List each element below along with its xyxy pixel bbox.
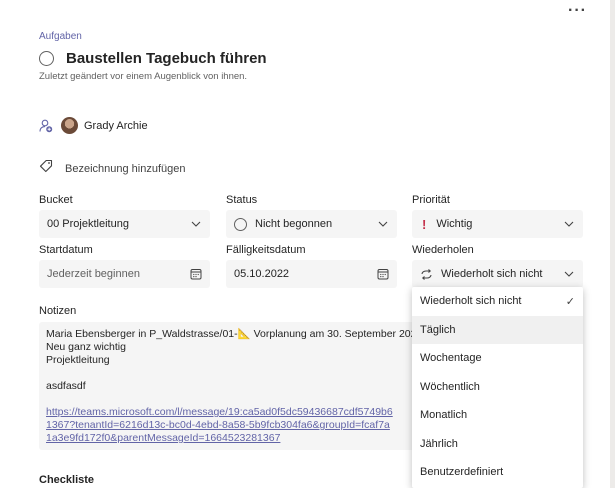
title-row: Baustellen Tagebuch führen [39, 50, 267, 67]
start-date-label: Startdatum [39, 244, 93, 256]
status-value: Nicht begonnen [255, 218, 333, 230]
priority-label: Priorität [412, 194, 450, 206]
start-date-input[interactable]: Jederzeit beginnen [39, 260, 210, 288]
bucket-select[interactable]: 00 Projektleitung [39, 210, 210, 238]
option-label: Wiederholt sich nicht [420, 295, 522, 308]
breadcrumb[interactable]: Aufgaben [39, 31, 82, 42]
note-line [46, 367, 408, 380]
assign-user-icon[interactable] [39, 119, 53, 133]
more-options-button[interactable]: ··· [568, 2, 587, 20]
notes-label: Notizen [39, 305, 77, 317]
chevron-down-icon [564, 271, 574, 277]
chevron-down-icon [378, 221, 388, 227]
start-date-placeholder: Jederzeit beginnen [47, 268, 140, 280]
assignee-row: Grady Archie [39, 117, 148, 134]
repeat-value: Wiederholt sich nicht [441, 268, 543, 280]
task-title[interactable]: Baustellen Tagebuch führen [66, 50, 267, 67]
repeat-select[interactable]: Wiederholt sich nicht [412, 260, 583, 288]
notes-textarea[interactable]: Maria Ebensberger in P_Waldstrasse/01-📐 … [39, 322, 415, 450]
status-label: Status [226, 194, 258, 206]
note-line: Neu ganz wichtig [46, 341, 126, 353]
avatar[interactable] [61, 117, 78, 134]
assignee-name[interactable]: Grady Archie [84, 120, 148, 132]
repeat-option-weekdays[interactable]: Wochentage [412, 344, 583, 373]
repeat-option-monthly[interactable]: Monatlich [412, 401, 583, 430]
chevron-down-icon [191, 221, 201, 227]
option-label: Benutzerdefiniert [420, 466, 504, 479]
due-date-label: Fälligkeitsdatum [226, 244, 306, 256]
repeat-dropdown-menu: Wiederholt sich nicht ✓ Täglich Wochenta… [412, 287, 583, 488]
note-line: asdfasdf [46, 380, 86, 392]
priority-select[interactable]: ! Wichtig [412, 210, 583, 238]
option-label: Wöchentlich [420, 380, 480, 393]
add-label-text: Bezeichnung hinzufügen [65, 162, 186, 175]
important-priority-icon: ! [422, 216, 427, 232]
last-modified-text: Zuletzt geändert vor einem Augenblick vo… [39, 71, 248, 82]
repeat-option-weekly[interactable]: Wöchentlich [412, 373, 583, 402]
note-line: Maria Ebensberger in P_Waldstrasse/01-📐 … [46, 328, 415, 340]
note-link[interactable]: 1a3e9fd172f0&parentMessageId=16645232813… [46, 432, 408, 445]
repeat-option-daily[interactable]: Täglich [412, 315, 583, 344]
checkmark-icon: ✓ [565, 295, 575, 308]
scrollbar[interactable] [610, 0, 615, 488]
repeat-label: Wiederholen [412, 244, 474, 256]
option-label: Monatlich [420, 409, 468, 422]
note-link[interactable]: https://teams.microsoft.com/l/message/19… [46, 406, 408, 419]
due-date-input[interactable]: 05.10.2022 [226, 260, 397, 288]
calendar-icon[interactable] [190, 268, 202, 280]
status-circle-icon [234, 217, 247, 231]
tag-icon [39, 159, 53, 178]
calendar-icon[interactable] [377, 268, 389, 280]
option-label: Täglich [420, 323, 456, 336]
status-select[interactable]: Nicht begonnen [226, 210, 397, 238]
checklist-label: Checkliste [39, 474, 95, 486]
note-line: Projektleitung [46, 354, 110, 366]
priority-value: Wichtig [436, 218, 473, 230]
option-label: Jährlich [420, 437, 458, 450]
note-line [46, 393, 408, 406]
note-link[interactable]: 1367?tenantId=6216d13c-bc0d-4ebd-8a58-5b… [46, 419, 408, 432]
chevron-down-icon [564, 221, 574, 227]
repeat-option-custom[interactable]: Benutzerdefiniert [412, 458, 583, 487]
due-date-value: 05.10.2022 [234, 268, 290, 280]
add-label-button[interactable]: Bezeichnung hinzufügen [39, 159, 185, 178]
repeat-option-yearly[interactable]: Jährlich [412, 430, 583, 459]
repeat-option-none[interactable]: Wiederholt sich nicht ✓ [412, 287, 583, 316]
repeat-icon [421, 268, 432, 280]
bucket-label: Bucket [39, 194, 73, 206]
bucket-value: 00 Projektleitung [47, 218, 129, 230]
option-label: Wochentage [420, 352, 482, 365]
complete-task-checkbox[interactable] [39, 51, 54, 66]
